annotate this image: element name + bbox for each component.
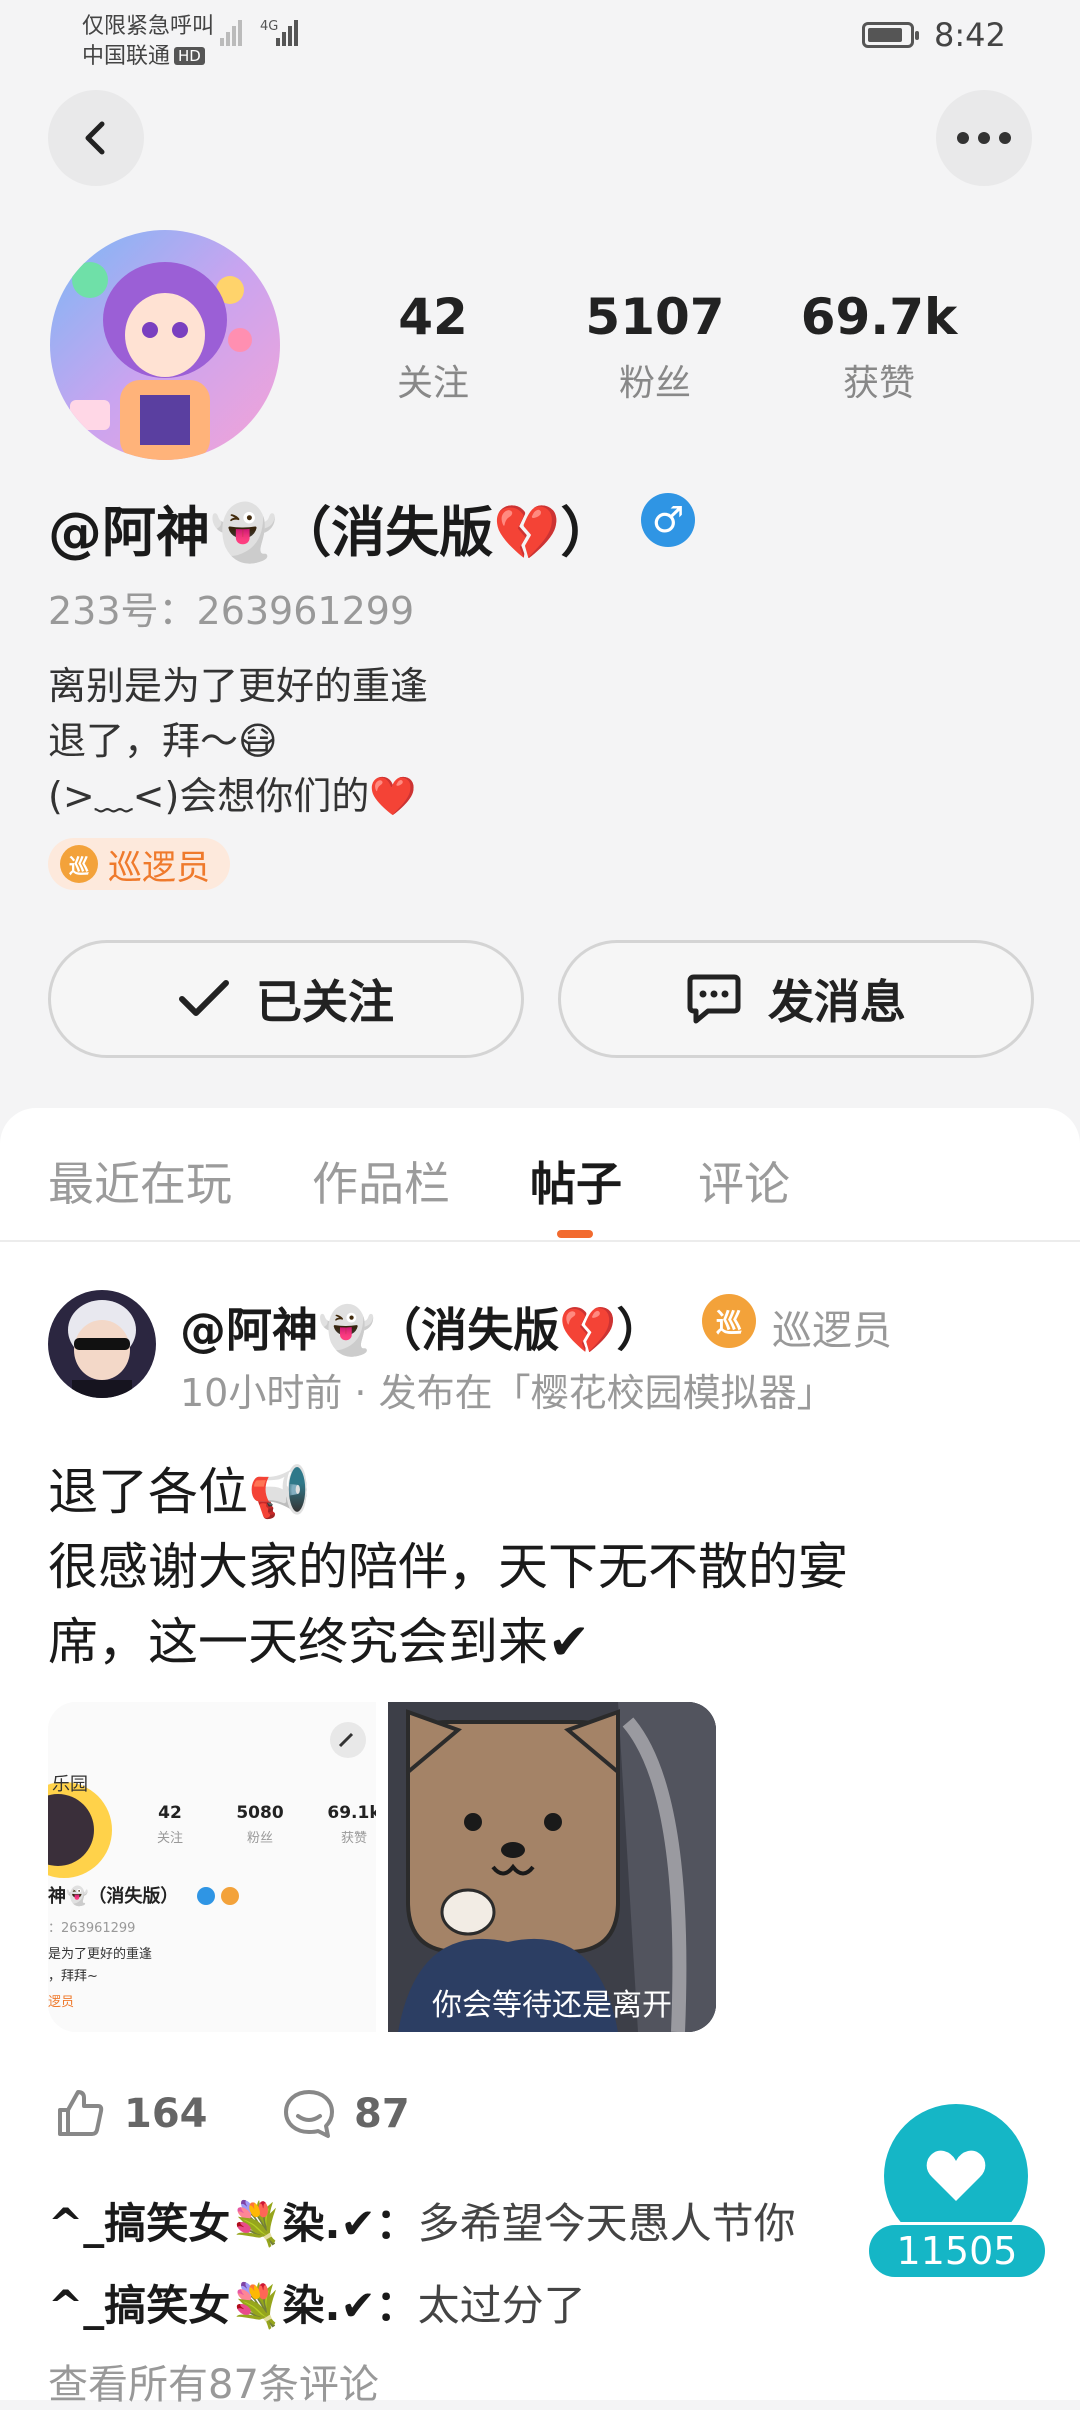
active-tab-indicator — [557, 1230, 593, 1238]
svg-text:关注: 关注 — [157, 1831, 183, 1846]
comment-bubble-icon — [284, 2090, 334, 2138]
bio-line: 离别是为了更好的重逢 — [48, 664, 429, 708]
svg-text:69.1k: 69.1k — [327, 1803, 376, 1823]
message-label: 发消息 — [768, 975, 906, 1029]
user-id[interactable]: 233号：263961299 — [48, 580, 414, 635]
stat-label: 获赞 — [842, 363, 915, 404]
bio-line: (>﹏<)会想你们的❤️ — [48, 774, 417, 818]
svg-text:，拜拜~: ，拜拜~ — [48, 1969, 98, 1984]
post-image-bear-meme[interactable]: 你会等待还是离开 — [388, 1702, 716, 2032]
post-image-screenshot[interactable]: 乐园 42 关注 5080 粉丝 69.1k 获赞 神👻（消失版） ：26396… — [48, 1702, 376, 2032]
message-button[interactable]: 发消息 — [558, 940, 1034, 1058]
comment-item[interactable]: ^_搞笑女💐染.✔：多希望今天愚人节你 — [48, 2190, 796, 2251]
tab-recently-played[interactable]: 最近在玩 — [48, 1148, 232, 1214]
screenshot-thumbnail: 乐园 42 关注 5080 粉丝 69.1k 获赞 神👻（消失版） ：26396… — [48, 1702, 376, 2032]
post-meta[interactable]: 10小时前 · 发布在「樱花校园模拟器」 — [180, 1362, 835, 1417]
followed-button[interactable]: 已关注 — [48, 940, 524, 1058]
floating-like-count: 11505 — [866, 2222, 1048, 2280]
carrier-emergency: 仅限紧急呼叫 — [82, 14, 215, 39]
post-author-avatar[interactable] — [48, 1290, 156, 1398]
svg-text:逻员: 逻员 — [48, 1995, 74, 2010]
patrol-icon: 巡 — [60, 845, 98, 883]
patrol-badge[interactable]: 巡 巡逻员 — [48, 838, 230, 890]
comment-user: ^_搞笑女💐染.✔： — [48, 2281, 418, 2330]
image-caption: 你会等待还是离开 — [432, 1988, 672, 2023]
check-icon — [179, 980, 229, 1016]
heart-icon — [926, 2150, 986, 2201]
post-author-name[interactable]: @阿神👻（消失版💔） — [180, 1294, 663, 1360]
svg-text:神👻（消失版）: 神👻（消失版） — [48, 1885, 178, 1907]
signal-icon: 4G — [220, 19, 298, 46]
svg-text:粉丝: 粉丝 — [247, 1831, 273, 1846]
tab-divider — [0, 1240, 1080, 1242]
stat-value: 42 — [398, 288, 468, 346]
comment-text: 多希望今天愚人节你 — [417, 2199, 796, 2248]
status-bar: 仅限紧急呼叫 中国联通 HD 4G 8:42 — [0, 0, 1080, 76]
stat-label: 关注 — [396, 363, 469, 404]
svg-text:5080: 5080 — [236, 1803, 283, 1823]
stat-value: 69.7k — [800, 288, 958, 346]
post-avatar-illustration — [48, 1290, 156, 1398]
avatar[interactable] — [50, 230, 280, 460]
tab-comments[interactable]: 评论 — [698, 1148, 790, 1214]
post-body-line: 席，这一天终究会到来✔ — [48, 1613, 590, 1671]
chevron-left-icon — [85, 121, 105, 155]
stat-likes[interactable]: 69.7k 获赞 — [789, 288, 969, 406]
svg-text:：263961299: ：263961299 — [48, 1921, 135, 1936]
back-button[interactable] — [48, 90, 144, 186]
tab-works[interactable]: 作品栏 — [312, 1148, 450, 1214]
profile-name: @阿神👻（消失版💔） — [48, 501, 615, 564]
like-button[interactable]: 164 — [54, 2088, 208, 2140]
post-body-line: 退了各位📢 — [48, 1463, 311, 1521]
male-gender-icon: ♂ — [641, 493, 695, 547]
stat-followers[interactable]: 5107 粉丝 — [565, 288, 745, 406]
avatar-illustration — [50, 230, 280, 460]
post-author-badge: 巡逻员 — [772, 1308, 892, 1354]
comment-count: 87 — [354, 2091, 410, 2137]
svg-text:42: 42 — [158, 1803, 182, 1823]
stat-following[interactable]: 42 关注 — [343, 288, 523, 406]
hd-badge: HD — [174, 47, 205, 65]
like-count: 164 — [124, 2091, 208, 2137]
comment-item[interactable]: ^_搞笑女💐染.✔：太过分了 — [48, 2272, 586, 2333]
post-body-line: 很感谢大家的陪伴，天下无不散的宴 — [48, 1538, 848, 1596]
thumbs-up-icon — [58, 2090, 104, 2136]
comment-user: ^_搞笑女💐染.✔： — [48, 2199, 418, 2248]
battery-icon — [862, 22, 919, 48]
patrol-icon: 巡 — [702, 1294, 756, 1348]
comment-button[interactable]: 87 — [282, 2088, 410, 2140]
carrier-name: 中国联通 HD — [82, 38, 205, 70]
followed-label: 已关注 — [256, 975, 394, 1029]
svg-text:获赞: 获赞 — [341, 1831, 367, 1846]
more-dots-icon — [957, 132, 1011, 144]
chat-bubble-icon — [687, 974, 741, 1024]
bio-line: 退了，拜～😷 — [48, 719, 278, 763]
tab-posts[interactable]: 帖子 — [530, 1148, 622, 1214]
stat-value: 5107 — [585, 288, 725, 346]
clock: 8:42 — [934, 16, 1006, 54]
stat-label: 粉丝 — [618, 363, 691, 404]
network-type: 4G — [260, 19, 278, 34]
view-all-comments-link[interactable]: 查看所有87条评论 — [48, 2352, 379, 2410]
badge-label: 巡逻员 — [108, 847, 210, 888]
comment-text: 太过分了 — [417, 2281, 586, 2330]
svg-text:是为了更好的重逢: 是为了更好的重逢 — [48, 1946, 152, 1962]
more-button[interactable] — [936, 90, 1032, 186]
svg-text:乐园: 乐园 — [52, 1774, 88, 1795]
